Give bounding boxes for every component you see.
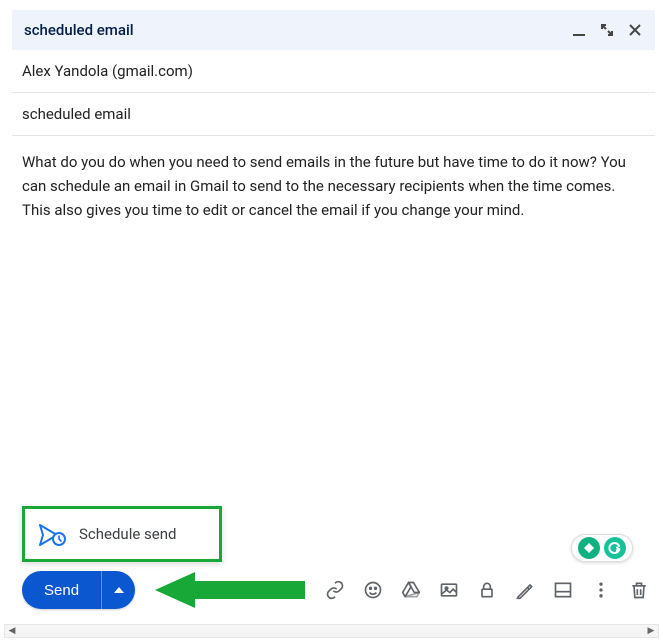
- horizontal-scrollbar[interactable]: ◀ ▶: [4, 624, 659, 638]
- send-button[interactable]: Send: [22, 571, 101, 609]
- header-actions: [571, 22, 643, 38]
- send-button-group: Send: [22, 571, 135, 609]
- formatting-toolbar: [325, 580, 649, 600]
- insert-signature-icon[interactable]: [515, 580, 535, 600]
- close-icon[interactable]: [627, 22, 643, 38]
- discard-draft-icon[interactable]: [629, 580, 649, 600]
- compose-header: scheduled email: [12, 10, 655, 50]
- insert-photo-icon[interactable]: [439, 580, 459, 600]
- compose-title: scheduled email: [24, 21, 571, 39]
- scroll-left-icon[interactable]: ◀: [5, 624, 19, 638]
- send-options-dropdown[interactable]: [101, 571, 135, 609]
- more-options-icon[interactable]: [591, 580, 611, 600]
- insert-link-icon[interactable]: [325, 580, 345, 600]
- schedule-send-icon: [39, 524, 65, 544]
- scroll-right-icon[interactable]: ▶: [644, 624, 658, 638]
- minimize-icon[interactable]: [571, 22, 587, 38]
- schedule-send-option[interactable]: Schedule send: [22, 506, 222, 562]
- subject-field[interactable]: scheduled email: [12, 93, 655, 136]
- writing-assist-icon[interactable]: [578, 537, 600, 559]
- to-field[interactable]: Alex Yandola (gmail.com): [12, 50, 655, 93]
- compose-toolbar: Send: [22, 568, 649, 612]
- insert-drive-icon[interactable]: [401, 580, 421, 600]
- extension-badges: [571, 534, 633, 562]
- confidential-mode-icon[interactable]: [477, 580, 497, 600]
- fullscreen-icon[interactable]: [599, 22, 615, 38]
- grammarly-icon[interactable]: [604, 537, 626, 559]
- layout-icon[interactable]: [553, 580, 573, 600]
- insert-emoji-icon[interactable]: [363, 580, 383, 600]
- schedule-send-label: Schedule send: [79, 525, 176, 543]
